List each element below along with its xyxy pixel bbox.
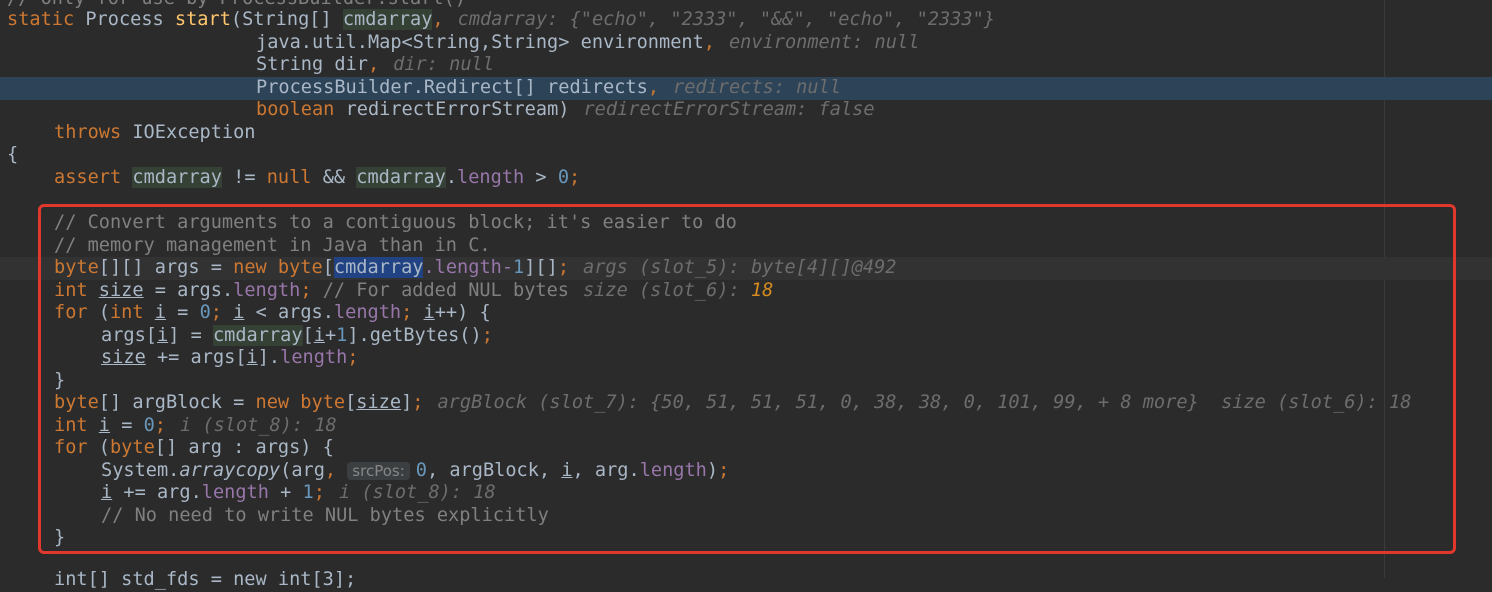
param-type: (String[]: [230, 9, 343, 30]
keyword: static: [7, 9, 75, 30]
comment-text: // Only for use by ProcessBuilder.start(…: [0, 0, 466, 9]
dot: .: [445, 167, 458, 188]
keyword: assert: [54, 167, 122, 188]
param: java.util.Map<String,String> environment: [256, 32, 704, 53]
debug-inline-hint: environment: null: [728, 32, 920, 53]
operator: !=: [221, 167, 267, 188]
code-line-param-dir[interactable]: String dir, dir: null: [0, 54, 1492, 77]
param: ProcessBuilder.Redirect[] redirects: [256, 77, 648, 98]
code-line-throws[interactable]: throws IOException: [0, 122, 1492, 145]
comma: ,: [703, 32, 715, 53]
code-editor[interactable]: // Only for use by ProcessBuilder.start(…: [0, 0, 1492, 590]
variable-highlight: cmdarray: [342, 9, 433, 30]
code-line-param-redirects-current[interactable]: ProcessBuilder.Redirect[] redirects, redi…: [0, 77, 1492, 100]
method-name: start: [174, 9, 231, 30]
debug-inline-hint: cmdarray: {"echo", "2333", "&&", "echo",…: [457, 9, 995, 30]
keyword: null: [266, 167, 312, 188]
debug-inline-hint: dir: null: [393, 54, 494, 75]
comma: ,: [432, 9, 444, 30]
keyword: throws: [54, 122, 122, 143]
comma: ,: [647, 77, 660, 98]
return-type: Process: [74, 9, 175, 30]
operator: >: [524, 167, 558, 188]
debug-inline-hint: redirectErrorStream: false: [583, 99, 875, 120]
semicolon: ;: [569, 167, 581, 188]
exception-type: IOException: [121, 122, 256, 143]
annotation-highlight-box: [38, 204, 1456, 554]
operator: &&: [311, 167, 357, 188]
param: redirectErrorStream): [334, 99, 570, 120]
param: String dir: [256, 54, 368, 75]
code-line-open-brace[interactable]: {: [0, 144, 1492, 167]
code-line-param-environment[interactable]: java.util.Map<String,String> environment…: [0, 32, 1492, 55]
comma: ,: [367, 54, 380, 75]
number-literal: 0: [557, 167, 570, 188]
variable-highlight: cmdarray: [356, 167, 446, 188]
code-text: int[] std_fds = new int[3];: [54, 569, 357, 590]
field-name: length: [457, 167, 525, 188]
code-line-param-redirect-error[interactable]: boolean redirectErrorStream) redirectErro…: [0, 99, 1492, 122]
code-line-assert[interactable]: assert cmdarray != null && cmdarray.leng…: [0, 167, 1492, 190]
debug-inline-hint: redirects: null: [673, 77, 841, 98]
variable-highlight: cmdarray: [132, 167, 222, 188]
keyword: boolean: [256, 99, 335, 120]
brace: {: [7, 144, 19, 165]
code-line-signature[interactable]: static Process start(String[] cmdarray, c…: [0, 9, 1492, 32]
code-line-bottom-partial[interactable]: int[] std_fds = new int[3];: [0, 569, 1492, 592]
